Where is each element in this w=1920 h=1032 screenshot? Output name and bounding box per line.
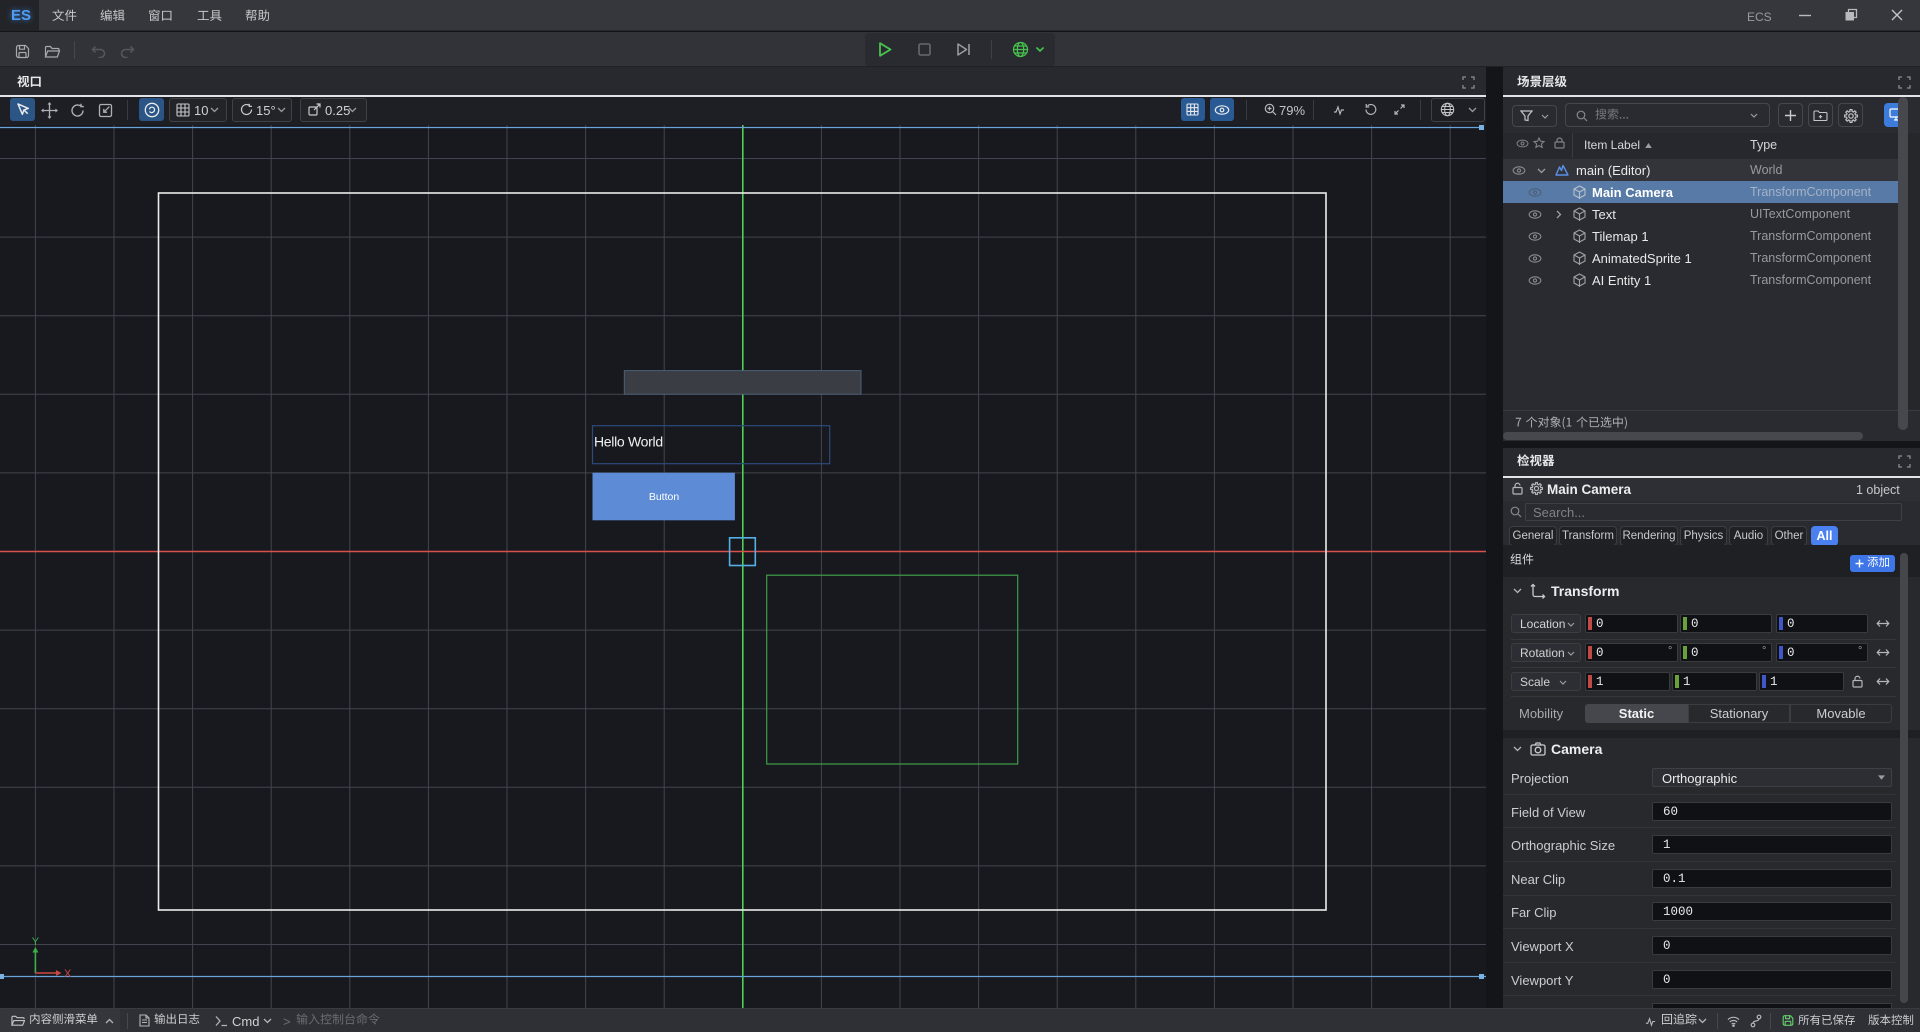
svg-text:Button: Button <box>649 491 680 503</box>
svg-text:X: X <box>64 968 72 980</box>
svg-text:Hello World: Hello World <box>594 434 663 450</box>
svg-text:Y: Y <box>32 936 40 948</box>
